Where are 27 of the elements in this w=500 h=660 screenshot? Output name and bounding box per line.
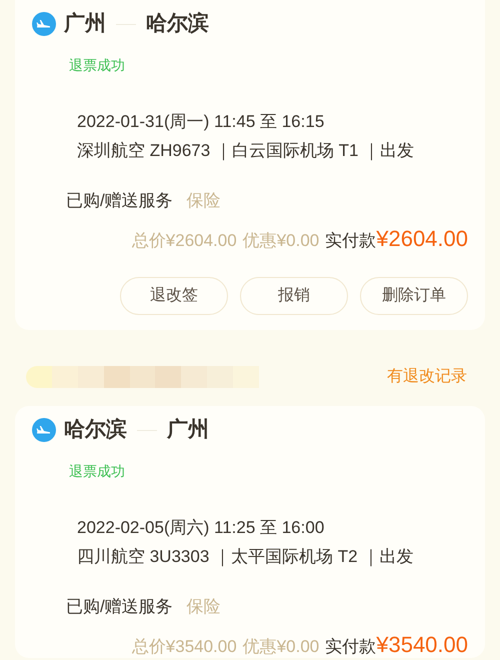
departure-city: 哈尔滨 <box>64 418 127 442</box>
flight-info: 深圳航空 ZH9673 ｜白云国际机场 T1 ｜出发 <box>76 140 416 162</box>
arrival-city: 哈尔滨 <box>146 12 209 36</box>
services-label: 已购/赠送服务 <box>66 190 173 212</box>
flight-time: 2022-01-31(周一) 11:45 至 16:15 <box>76 111 326 133</box>
services-value: 保险 <box>186 190 221 212</box>
paid-amount: ¥3540.00 <box>376 632 468 658</box>
services-value: 保险 <box>186 596 221 618</box>
status-label: 退票成功 <box>68 56 126 75</box>
discount: 优惠¥0.00 <box>242 230 320 252</box>
flight-time: 2022-02-05(周六) 11:25 至 16:00 <box>76 517 326 539</box>
total-price: 总价¥2604.00 <box>132 230 237 252</box>
status-label: 退票成功 <box>68 462 126 481</box>
discount: 优惠¥0.00 <box>242 636 320 658</box>
total-price: 总价¥3540.00 <box>132 636 237 658</box>
plane-icon <box>32 418 56 442</box>
action-button[interactable]: 退改签 <box>120 277 228 315</box>
flight-info: 四川航空 3U3303 ｜太平国际机场 T2 ｜出发 <box>76 546 414 568</box>
paid-amount: ¥2604.00 <box>376 226 468 252</box>
plane-icon <box>32 12 56 36</box>
action-button[interactable]: 报销 <box>240 277 348 315</box>
departure-city: 广州 <box>64 12 106 36</box>
services-label: 已购/赠送服务 <box>66 596 173 618</box>
action-button[interactable]: 删除订单 <box>360 277 468 315</box>
paid-label: 实付款 <box>325 230 376 252</box>
paid-label: 实付款 <box>325 636 376 658</box>
arrival-city: 广州 <box>167 418 209 442</box>
